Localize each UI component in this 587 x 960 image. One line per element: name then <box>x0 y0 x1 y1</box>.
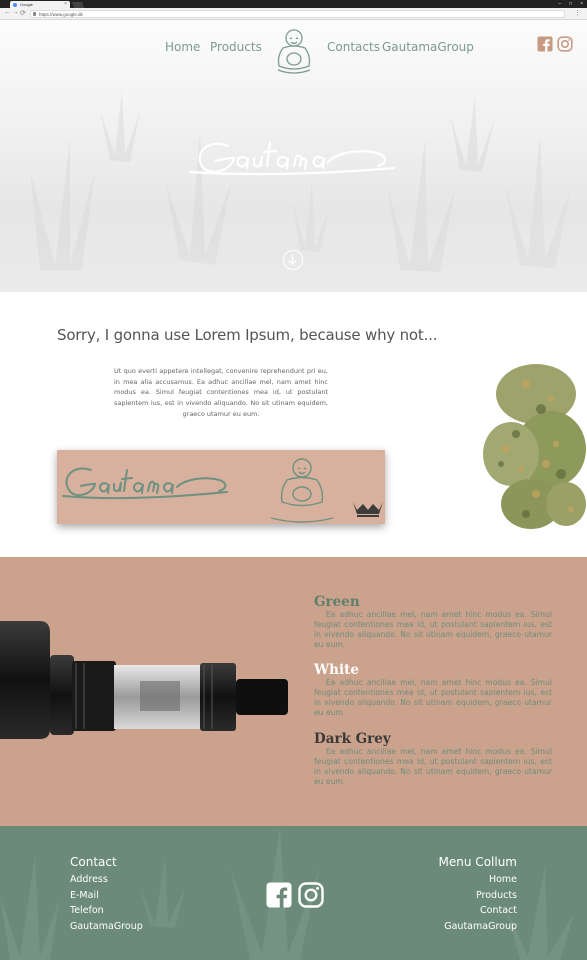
nav-home[interactable]: Home <box>165 40 200 54</box>
google-favicon-icon <box>13 3 17 7</box>
window-controls: – □ × <box>558 0 583 8</box>
browser-tab-title: Google <box>20 2 33 7</box>
product-white-title: White <box>314 662 359 678</box>
maximize-icon[interactable]: □ <box>569 0 572 8</box>
nav-products[interactable]: Products <box>210 40 262 54</box>
instagram-icon[interactable] <box>298 882 324 908</box>
address-bar-url: https://www.google.dk <box>39 12 83 17</box>
arrow-down-circle-icon <box>288 254 297 265</box>
banner-artwork <box>62 458 383 523</box>
footer-menu-gautamagroup[interactable]: GautamaGroup <box>439 919 517 935</box>
hero-section: Home Products Contacts GautamaGroup <box>0 20 587 292</box>
footer-link-email[interactable]: E-Mail <box>70 888 143 904</box>
facebook-icon[interactable] <box>266 882 292 908</box>
product-dark-grey-text: Ea adhuc ancillae mel, nam amet hinc mod… <box>314 747 552 786</box>
nav-gautamagroup[interactable]: GautamaGroup <box>382 40 474 54</box>
brand-wordmark <box>188 140 396 176</box>
footer-contact: Contact Address E-Mail Telefon GautamaGr… <box>70 855 143 934</box>
product-dark-grey: Dark Grey Ea adhuc ancillae mel, nam ame… <box>314 732 552 787</box>
browser-tab-bar: Google × – □ × <box>0 0 587 8</box>
browser-toolbar: ← → ⟳ https://www.google.dk ⋮ <box>0 8 587 20</box>
footer-menu-title: Menu Collum <box>438 855 517 869</box>
close-window-icon[interactable]: × <box>580 0 583 8</box>
minimize-icon[interactable]: – <box>558 0 561 8</box>
intro-paragraph: Ut quo everti appetere intellegat, conve… <box>114 367 328 418</box>
footer-contact-title: Contact <box>70 855 117 869</box>
facebook-icon[interactable] <box>537 36 553 52</box>
footer-menu: Menu Collum Home Products Contact Gautam… <box>439 855 517 934</box>
browser-tab[interactable]: Google × <box>10 1 70 8</box>
nav-contacts[interactable]: Contacts <box>327 40 380 54</box>
site-footer: Contact Address E-Mail Telefon GautamaGr… <box>0 826 587 960</box>
close-tab-icon[interactable]: × <box>64 1 67 8</box>
vape-device-image <box>0 621 288 739</box>
footer-menu-contact[interactable]: Contact <box>439 903 517 919</box>
back-icon[interactable]: ← <box>4 9 11 16</box>
intro-heading: Sorry, I gonna use Lorem Ipsum, because … <box>57 326 438 344</box>
scroll-down-button[interactable] <box>283 250 303 270</box>
header-social <box>537 36 573 52</box>
intro-section: Sorry, I gonna use Lorem Ipsum, because … <box>0 292 587 557</box>
cannabis-bud-image <box>483 364 586 529</box>
footer-link-address[interactable]: Address <box>70 872 143 888</box>
lock-icon <box>33 12 36 16</box>
product-green-title: Green <box>314 594 360 610</box>
gautama-banner <box>57 450 385 524</box>
instagram-icon[interactable] <box>557 36 573 52</box>
footer-link-gautamagroup[interactable]: GautamaGroup <box>70 919 143 935</box>
products-section: Green Ea adhuc ancillae mel, nam amet hi… <box>0 557 587 826</box>
product-green-text: Ea adhuc ancillae mel, nam amet hinc mod… <box>314 610 552 649</box>
footer-link-telefon[interactable]: Telefon <box>70 903 143 919</box>
footer-social <box>266 882 324 908</box>
address-bar[interactable]: https://www.google.dk <box>30 10 565 18</box>
product-white-text: Ea adhuc ancillae mel, nam amet hinc mod… <box>314 678 552 717</box>
reload-icon[interactable]: ⟳ <box>20 9 26 17</box>
product-green: Green Ea adhuc ancillae mel, nam amet hi… <box>314 595 552 650</box>
forward-icon[interactable]: → <box>12 9 19 16</box>
footer-menu-products[interactable]: Products <box>439 888 517 904</box>
browser-menu-icon[interactable]: ⋮ <box>574 9 581 17</box>
product-dark-grey-title: Dark Grey <box>314 731 391 747</box>
buddha-logo[interactable] <box>273 26 315 76</box>
product-white: White Ea adhuc ancillae mel, nam amet hi… <box>314 663 552 718</box>
footer-menu-home[interactable]: Home <box>439 872 517 888</box>
